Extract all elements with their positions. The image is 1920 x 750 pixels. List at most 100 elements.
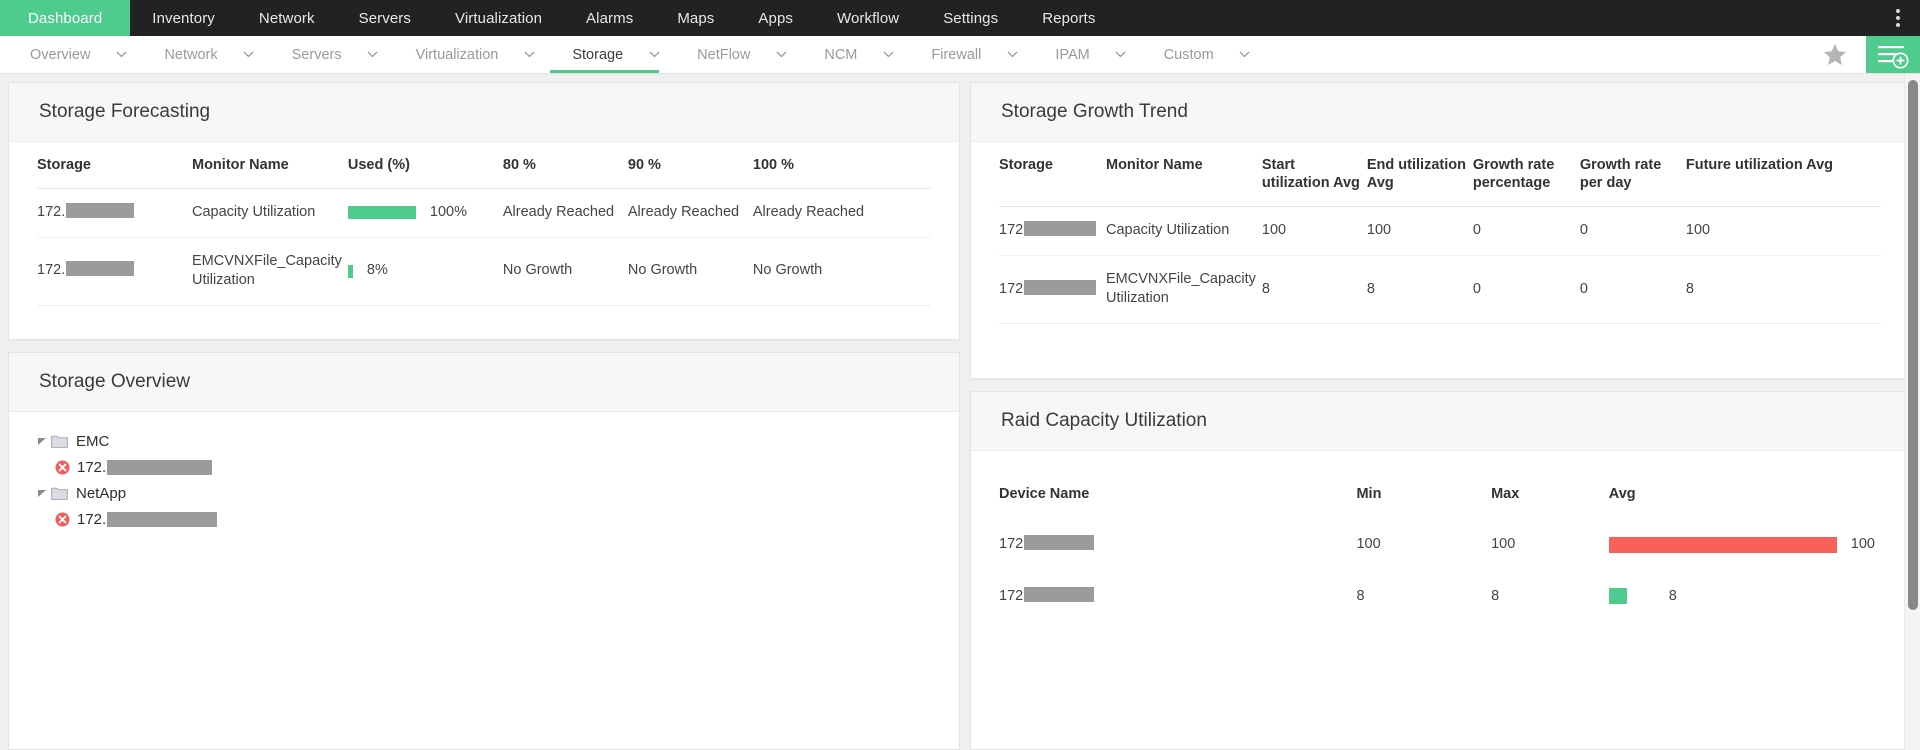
device-name: 172 <box>999 588 1023 604</box>
subnav-group-ncm: NCM <box>794 36 901 73</box>
cell-min: 100 <box>1356 519 1491 571</box>
vertical-scrollbar-track[interactable] <box>1904 74 1920 750</box>
raid-capacity-table: Device Name Min Max Avg 172 100 100 <box>999 485 1881 622</box>
column-header-growth-rate-pct: Growth rate percentage <box>1473 142 1580 207</box>
subnav-group-custom: Custom <box>1134 36 1258 73</box>
table-row[interactable]: 172 100 100 100 <box>999 519 1881 571</box>
chevron-down-icon[interactable] <box>108 36 134 73</box>
storage-name: 172. <box>37 262 65 278</box>
column-header-storage: Storage <box>37 142 192 189</box>
column-header-future-utilization: Future utilization Avg <box>1686 142 1881 207</box>
star-icon[interactable] <box>1804 36 1866 73</box>
panel-title: Storage Overview <box>9 353 959 412</box>
panel-title: Storage Forecasting <box>9 83 959 142</box>
tree-leaf-emc-device[interactable]: 172. <box>33 454 959 480</box>
topnav-item-reports[interactable]: Reports <box>1020 0 1117 36</box>
topnav-label: Workflow <box>837 10 899 27</box>
chevron-down-icon[interactable] <box>1232 36 1258 73</box>
panel-body: Storage Monitor Name Start utilization A… <box>971 142 1909 378</box>
column-header-used-pct: Used (%) <box>348 142 503 189</box>
panel-body: Storage Monitor Name Used (%) 80 % 90 % … <box>9 142 959 339</box>
add-widget-icon[interactable] <box>1866 36 1920 73</box>
topnav-item-alarms[interactable]: Alarms <box>564 0 655 36</box>
redacted-text <box>1024 280 1096 295</box>
topnav-item-virtualization[interactable]: Virtualization <box>433 0 564 36</box>
column-header-device-name: Device Name <box>999 485 1356 519</box>
subnav-item-network[interactable]: Network <box>134 36 235 73</box>
chevron-down-icon[interactable] <box>875 36 901 73</box>
topnav-item-workflow[interactable]: Workflow <box>815 0 921 36</box>
expand-collapse-icon[interactable] <box>33 437 51 446</box>
table-row[interactable]: 172 EMCVNXFile_Capacity Utilization 8 8 … <box>999 255 1881 323</box>
avg-bar <box>1609 537 1837 553</box>
cell-future-utilization: 8 <box>1686 255 1881 323</box>
subnav-item-netflow[interactable]: NetFlow <box>667 36 768 73</box>
topnav-label: Virtualization <box>455 10 542 27</box>
column-header-max: Max <box>1491 485 1609 519</box>
storage-name: 172 <box>999 281 1023 297</box>
topnav-item-dashboard[interactable]: Dashboard <box>0 0 130 36</box>
table-header-row: Storage Monitor Name Start utilization A… <box>999 142 1881 207</box>
tree-leaf-netapp-device[interactable]: 172. <box>33 506 959 532</box>
chevron-down-icon[interactable] <box>768 36 794 73</box>
tree-node-netapp[interactable]: NetApp <box>33 480 959 506</box>
column-header-monitor-name: Monitor Name <box>192 142 348 189</box>
chevron-down-icon[interactable] <box>236 36 262 73</box>
column-header-min: Min <box>1356 485 1491 519</box>
table-row[interactable]: 172 Capacity Utilization 100 100 0 0 100 <box>999 207 1881 256</box>
chevron-down-icon[interactable] <box>641 36 667 73</box>
usage-value: 100% <box>430 203 467 223</box>
subnav-item-ncm[interactable]: NCM <box>794 36 875 73</box>
topnav-label: Maps <box>677 10 714 27</box>
redacted-text <box>107 512 217 527</box>
subnav-item-storage[interactable]: Storage <box>542 36 641 73</box>
subnav-group-storage: Storage <box>542 36 667 73</box>
tree-leaf-label: 172. <box>77 511 106 528</box>
topnav-label: Apps <box>758 10 793 27</box>
redacted-text <box>66 203 134 218</box>
column-header-90: 90 % <box>628 142 753 189</box>
kebab-menu-icon[interactable] <box>1884 0 1912 36</box>
usage-bar <box>348 206 416 219</box>
topnav-item-settings[interactable]: Settings <box>921 0 1020 36</box>
subnav-item-custom[interactable]: Custom <box>1134 36 1232 73</box>
topnav-label: Inventory <box>152 10 215 27</box>
table-row[interactable]: 172. EMCVNXFile_Capacity Utilization 8% … <box>37 237 931 305</box>
chevron-down-icon[interactable] <box>360 36 386 73</box>
subnav-group-virtualization: Virtualization <box>386 36 543 73</box>
storage-overview-tree: EMC 172. NetApp <box>9 412 959 749</box>
table-row[interactable]: 172. Capacity Utilization 100% Already R… <box>37 189 931 238</box>
subnav-item-firewall[interactable]: Firewall <box>901 36 999 73</box>
chevron-down-icon[interactable] <box>1108 36 1134 73</box>
topnav-item-servers[interactable]: Servers <box>337 0 433 36</box>
topnav-item-apps[interactable]: Apps <box>736 0 815 36</box>
column-header-avg: Avg <box>1609 485 1881 519</box>
topnav-item-network[interactable]: Network <box>237 0 337 36</box>
panel-title: Storage Growth Trend <box>971 83 1909 142</box>
topnav-item-inventory[interactable]: Inventory <box>130 0 237 36</box>
table-header-row: Device Name Min Max Avg <box>999 485 1881 519</box>
expand-collapse-icon[interactable] <box>33 489 51 498</box>
cell-start-utilization: 8 <box>1262 255 1367 323</box>
topnav-item-maps[interactable]: Maps <box>655 0 736 36</box>
subnav-item-overview[interactable]: Overview <box>0 36 108 73</box>
topnav-label: Settings <box>943 10 998 27</box>
subnav-item-ipam[interactable]: IPAM <box>1025 36 1107 73</box>
panel-storage-growth-trend: Storage Growth Trend Storage Monitor Nam… <box>970 82 1910 379</box>
subnav-item-servers[interactable]: Servers <box>262 36 360 73</box>
subnav-item-virtualization[interactable]: Virtualization <box>386 36 517 73</box>
cell-growth-rate-per-day: 0 <box>1580 207 1686 256</box>
chevron-down-icon[interactable] <box>516 36 542 73</box>
avg-value: 100 <box>1851 535 1875 555</box>
vertical-scrollbar-thumb[interactable] <box>1908 80 1918 610</box>
cell-storage: 172 <box>999 255 1106 323</box>
tree-node-emc[interactable]: EMC <box>33 428 959 454</box>
table-row[interactable]: 172 8 8 8 <box>999 571 1881 623</box>
chevron-down-icon[interactable] <box>999 36 1025 73</box>
cell-threshold-100: Already Reached <box>753 189 931 238</box>
cell-device-name: 172 <box>999 519 1356 571</box>
column-header-growth-rate-day: Growth rate per day <box>1580 142 1686 207</box>
topnav-label: Servers <box>359 10 411 27</box>
redacted-text <box>66 261 134 276</box>
cell-threshold-100: No Growth <box>753 237 931 305</box>
